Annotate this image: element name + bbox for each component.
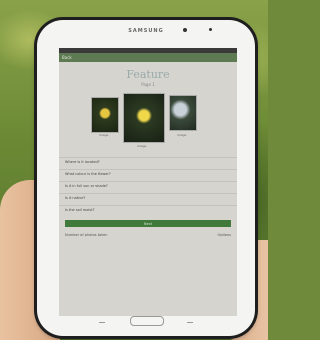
footer-label: Number of photos taken (65, 233, 108, 237)
tablet-device: SAMSUNG Back Feature Page 1 image image … (37, 20, 255, 336)
device-brand: SAMSUNG (128, 28, 164, 34)
photo-gallery: image image image (59, 91, 237, 153)
footer: Number of photos taken Options (59, 230, 237, 240)
sensor-icon (209, 28, 212, 31)
photo-caption: image (99, 133, 109, 137)
list-item[interactable]: Is the soil moist? (59, 205, 237, 217)
photo-caption: image (177, 133, 187, 137)
list-item[interactable]: What colour is the flower? (59, 169, 237, 181)
back-link[interactable]: Back (62, 55, 72, 60)
menu-key-icon[interactable] (99, 319, 105, 323)
photo-caption: image (137, 144, 147, 148)
app-bar: Back (59, 53, 237, 62)
options-dropdown[interactable]: Options (217, 233, 231, 237)
photo-thumbnail[interactable] (91, 97, 119, 133)
list-item[interactable]: Is it native? (59, 193, 237, 205)
photo-background: SAMSUNG Back Feature Page 1 image image … (0, 0, 268, 340)
page-title: Feature (126, 68, 170, 81)
question-list: Where is it located? What colour is the … (59, 157, 237, 217)
tablet-screen: Back Feature Page 1 image image image Wh… (59, 48, 237, 316)
home-button[interactable] (130, 316, 164, 326)
next-button[interactable]: Next (65, 220, 231, 227)
photo-thumbnail[interactable] (169, 95, 197, 131)
photo-thumbnail[interactable] (123, 93, 165, 143)
camera-icon (183, 28, 187, 32)
list-item[interactable]: Where is it located? (59, 157, 237, 169)
page-subtitle: Page 1 (141, 82, 155, 87)
list-item[interactable]: Is it in full sun or shade? (59, 181, 237, 193)
back-key-icon[interactable] (187, 319, 193, 323)
